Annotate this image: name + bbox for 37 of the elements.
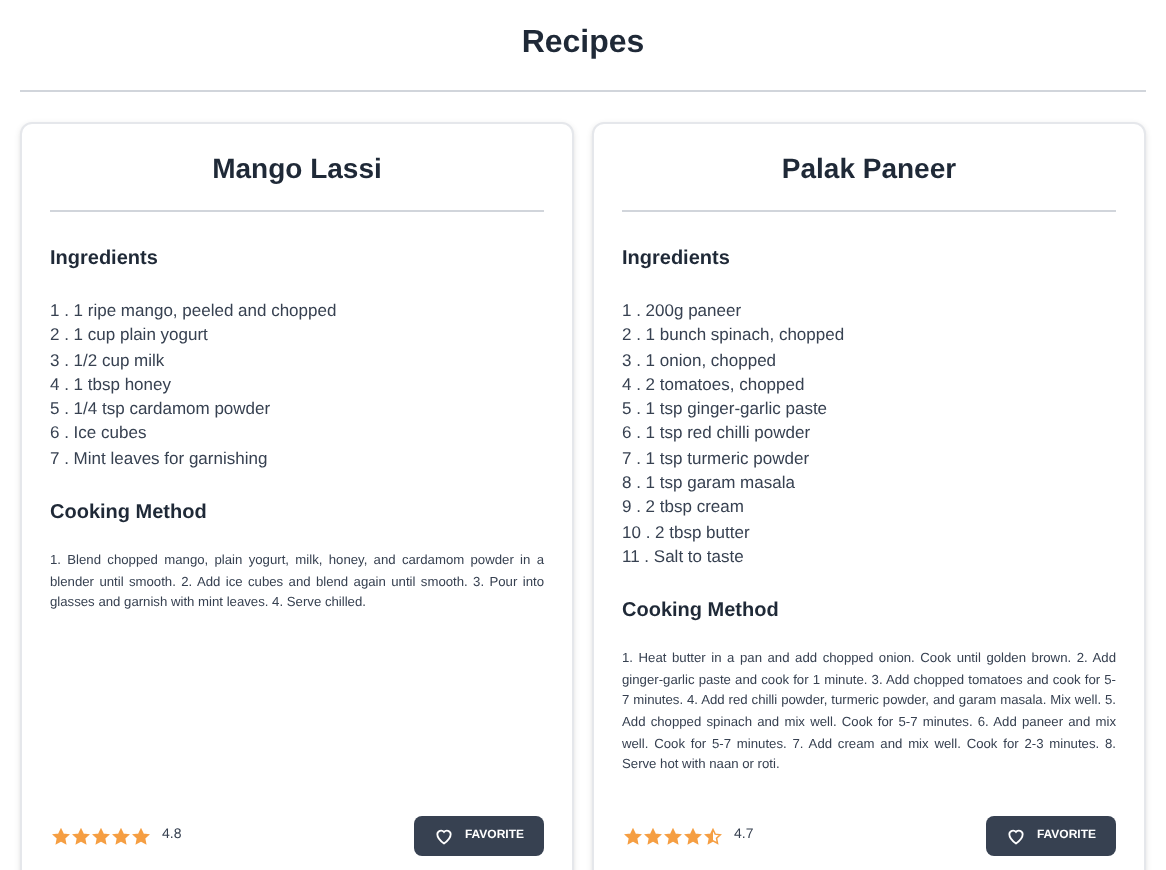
ingredient-item: 3 . 1/2 cup milk [50, 347, 167, 372]
page-title: Recipes [519, 24, 647, 64]
heart-icon [1006, 826, 1027, 846]
star-icon [52, 827, 70, 845]
section-heading: Ingredients [50, 246, 160, 274]
star-icon [624, 827, 642, 845]
section-heading: Cooking Method [622, 598, 781, 627]
section-heading: Cooking Method [50, 500, 209, 529]
star-icon [684, 827, 702, 845]
ingredient-item: 3 . 1 onion, chopped [622, 347, 779, 372]
ingredient-item: 7 . Mint leaves for garnishing [50, 445, 270, 471]
ingredient-item: 5 . 1/4 tsp cardamom powder [50, 396, 273, 421]
star-icon [664, 827, 682, 845]
ingredient-item: 1 . 200g paneer [622, 298, 744, 323]
section-heading: Ingredients [622, 246, 732, 274]
ingredient-item: 11 . Salt to taste [622, 543, 746, 569]
ingredient-item: 2 . 1 bunch spinach, chopped [622, 322, 847, 348]
ingredient-item: 9 . 2 tbsp cream [622, 494, 746, 520]
ingredient-item: 4 . 1 tbsp honey [50, 371, 173, 397]
ingredient-item: 7 . 1 tsp turmeric powder [622, 445, 812, 471]
star-icon [72, 827, 90, 845]
ingredient-item: 6 . Ice cubes [50, 420, 149, 446]
star-icon [132, 827, 150, 845]
ingredient-item: 2 . 1 cup plain yogurt [50, 322, 210, 348]
ingredient-item: 5 . 1 tsp ginger-garlic paste [622, 396, 830, 421]
heart-icon [434, 826, 455, 846]
ingredient-item: 1 . 1 ripe mango, peeled and chopped [50, 298, 339, 323]
ingredient-item: 10 . 2 tbsp butter [622, 519, 752, 544]
star-icon [644, 827, 662, 845]
star-icon [112, 827, 130, 845]
half-star-icon [704, 827, 722, 845]
recipe-title: Mango Lassi [210, 150, 384, 188]
recipe-title: Palak Paneer [779, 150, 959, 188]
ingredient-item: 8 . 1 tsp garam masala [622, 470, 797, 495]
ingredient-item: 6 . 1 tsp red chilli powder [622, 420, 813, 446]
star-icon [92, 827, 110, 845]
ingredient-item: 4 . 2 tomatoes, chopped [622, 371, 807, 397]
